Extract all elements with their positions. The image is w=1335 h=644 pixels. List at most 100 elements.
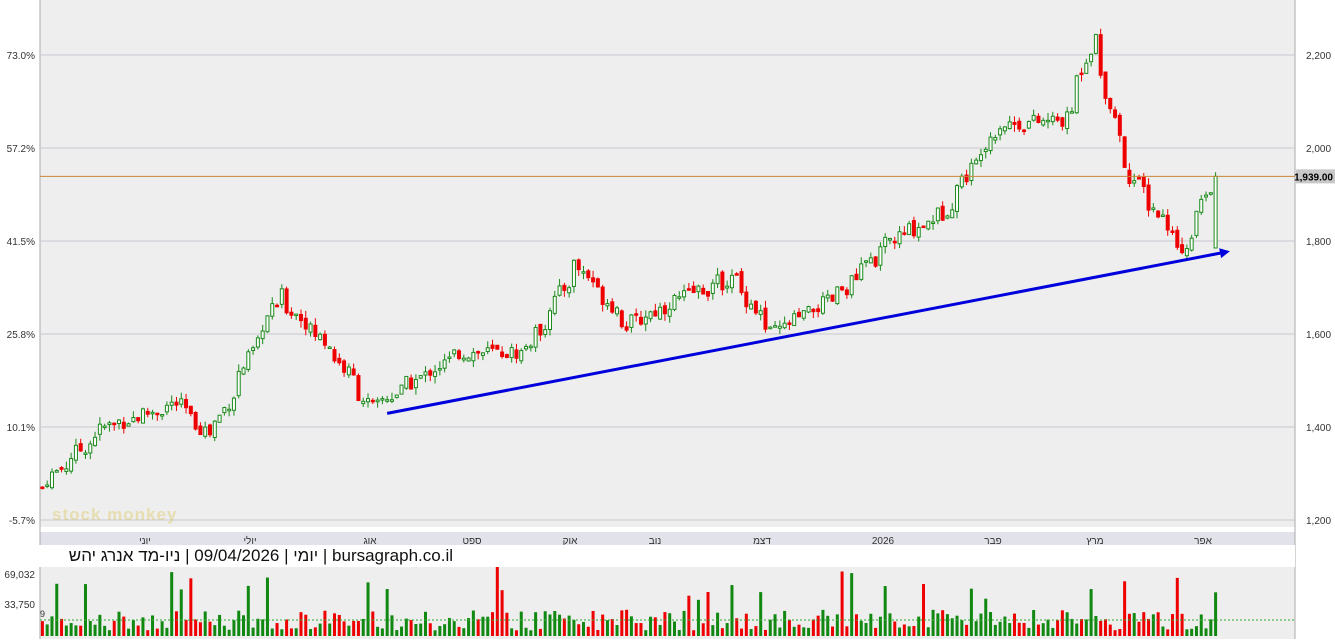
volume-bar <box>778 627 782 636</box>
volume-bar <box>1099 620 1103 636</box>
volume-bar <box>1180 613 1184 636</box>
volume-bar <box>237 610 241 636</box>
candle-up <box>236 370 241 397</box>
candle-up <box>399 384 404 395</box>
y-left-tick-label: 73.0% <box>7 51 35 62</box>
candle-down <box>706 291 711 297</box>
candle-down <box>595 278 600 288</box>
volume-bar <box>1094 615 1098 636</box>
candle-up <box>1189 237 1194 251</box>
volume-bar <box>845 626 849 636</box>
candle-up <box>533 326 538 348</box>
volume-bar <box>922 584 925 636</box>
volume-bar <box>165 627 169 636</box>
candle-up <box>945 215 950 219</box>
volume-bar <box>577 624 581 636</box>
volume-bar <box>768 619 772 636</box>
y-right-tick-label: 1,600 <box>1306 330 1331 341</box>
volume-bar <box>740 628 744 636</box>
candle-up <box>394 394 399 399</box>
volume-bar <box>198 622 202 636</box>
candle-up <box>643 316 648 325</box>
candle-up <box>375 399 380 403</box>
volume-bar <box>304 614 308 636</box>
volume-bar <box>366 582 370 636</box>
candle-up <box>1151 207 1156 210</box>
volume-bar <box>625 609 629 636</box>
candle-up <box>131 417 136 423</box>
volume-bar <box>443 624 447 636</box>
volume-bar <box>783 610 787 636</box>
volume-bar <box>385 589 389 636</box>
volume-bar <box>218 614 222 636</box>
volume-bar <box>433 630 437 636</box>
volume-bar <box>615 625 619 636</box>
candle-up <box>682 290 687 298</box>
candle-down <box>495 344 500 350</box>
candle-up <box>227 408 232 412</box>
volume-bar <box>883 586 887 636</box>
volume-bar <box>826 615 830 636</box>
y-right-tick-label: 2,000 <box>1306 144 1331 155</box>
candle-up <box>246 351 251 370</box>
volume-bar <box>146 630 150 636</box>
volume-bar <box>591 610 595 636</box>
candle-up <box>543 329 548 335</box>
volume-bar <box>107 630 111 636</box>
candle-up <box>241 367 246 375</box>
volume-bar <box>1012 613 1016 636</box>
chart-title: יומי | 09/04/2026 | ניו-מד אנרג יהש | bu… <box>68 546 453 565</box>
candle-up <box>883 236 888 248</box>
candle-down <box>619 310 624 328</box>
candle-down <box>816 308 821 313</box>
y-left-tick-label: -5.7% <box>9 516 35 527</box>
volume-bar <box>337 614 341 636</box>
volume-bar <box>1142 612 1146 636</box>
candle-up <box>294 313 299 317</box>
volume-bar <box>227 629 231 636</box>
candle-down <box>1156 210 1161 218</box>
candle-up <box>955 185 960 212</box>
candle-down <box>1098 34 1103 76</box>
candle-down <box>653 310 658 317</box>
volume-bar <box>629 616 633 636</box>
volume-bar <box>1175 577 1179 636</box>
candle-down <box>1141 176 1146 188</box>
candle-up <box>864 260 869 263</box>
volume-bar <box>1204 628 1208 636</box>
volume-bar <box>1161 626 1165 636</box>
candle-down <box>188 405 193 415</box>
candle-down <box>112 422 117 426</box>
candle-up <box>1069 111 1074 114</box>
volume-bar <box>179 589 183 636</box>
volume-bar <box>840 571 844 636</box>
candle-down <box>691 285 696 294</box>
volume-bar <box>835 614 839 636</box>
candle-down <box>753 300 758 314</box>
volume-bar <box>491 612 495 636</box>
volume-bar <box>342 621 346 636</box>
candle-down <box>701 287 706 295</box>
candle-down <box>193 411 198 430</box>
volume-bar <box>1209 619 1213 636</box>
volume-bar <box>759 592 763 636</box>
candle-up <box>777 325 782 329</box>
candle-up <box>49 471 54 489</box>
volume-bar <box>792 626 796 636</box>
candle-down <box>428 370 433 376</box>
volume-bar <box>984 598 988 636</box>
candle-down <box>370 399 375 403</box>
candle-up <box>471 351 476 362</box>
candle-up <box>265 315 270 333</box>
candle-up <box>820 296 825 314</box>
candle-down <box>796 311 801 318</box>
candle-down <box>1012 122 1017 125</box>
candle-up <box>1213 175 1218 249</box>
volume-bar <box>893 621 897 636</box>
candle-down <box>322 333 327 346</box>
candle-up <box>102 425 107 429</box>
volume-bar <box>534 612 538 636</box>
volume-bar <box>1080 619 1084 636</box>
candle-down <box>734 273 739 276</box>
candle-down <box>1103 71 1108 99</box>
